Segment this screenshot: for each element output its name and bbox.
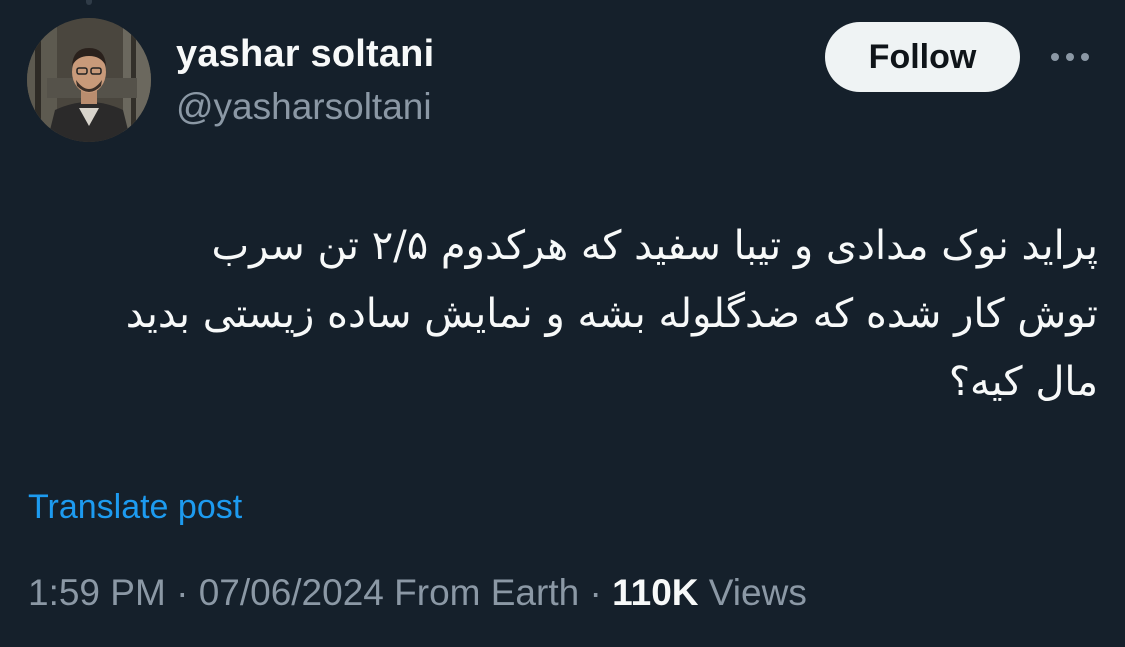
more-options-button[interactable]	[1044, 40, 1096, 74]
post-date[interactable]: 07/06/2024	[199, 572, 384, 613]
post-location: From Earth	[383, 572, 580, 613]
author-display-name[interactable]: yashar soltani	[176, 33, 434, 76]
thread-connector-line	[86, 0, 92, 5]
follow-button[interactable]: Follow	[825, 22, 1020, 92]
more-horizontal-icon	[1051, 53, 1089, 61]
tweet-card: yashar soltani @yasharsoltani Follow پرا…	[0, 0, 1125, 647]
post-time[interactable]: 1:59 PM	[28, 572, 166, 613]
avatar-photo	[27, 18, 151, 142]
meta-separator: ·	[579, 572, 613, 613]
author-handle[interactable]: @yasharsoltani	[176, 86, 432, 128]
views-label[interactable]: Views	[699, 572, 807, 613]
post-meta: 1:59 PM · 07/06/2024 From Earth · 110K V…	[28, 572, 807, 614]
meta-separator: ·	[165, 572, 199, 613]
avatar[interactable]	[27, 18, 151, 142]
translate-post-link[interactable]: Translate post	[28, 488, 242, 527]
views-count[interactable]: 110K	[612, 572, 698, 613]
post-text: پراید نوک مدادی و تیبا سفید که هرکدوم ۲/…	[125, 223, 1098, 405]
